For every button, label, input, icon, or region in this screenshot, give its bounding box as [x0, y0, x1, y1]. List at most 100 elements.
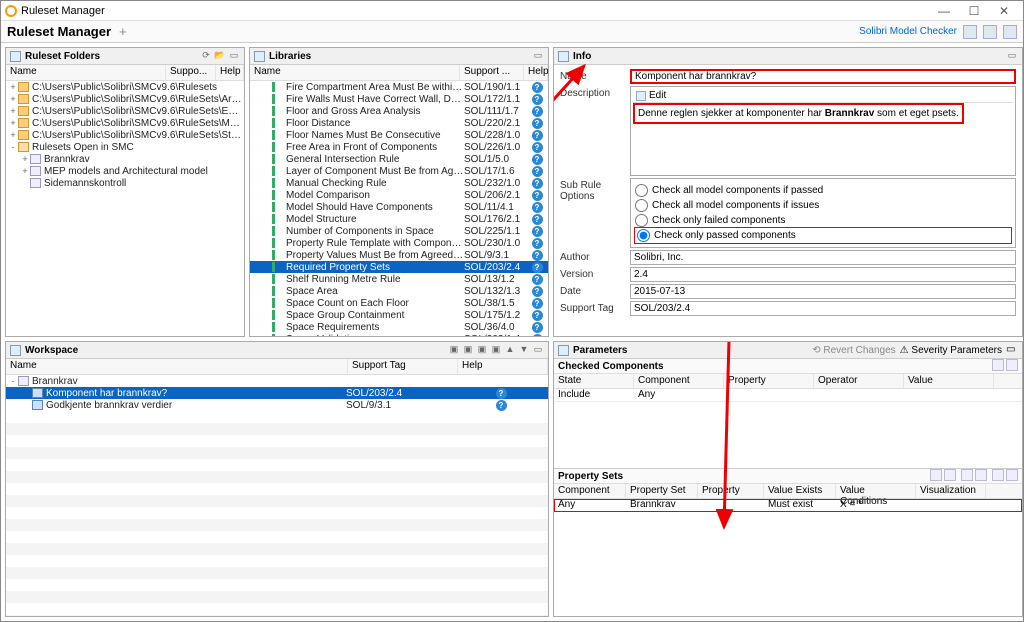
library-rule-item[interactable]: Floor Names Must Be ConsecutiveSOL/228/1…: [250, 129, 548, 141]
libraries-list[interactable]: Fire Compartment Area Must Be within Lim…: [250, 81, 548, 336]
folder-tree-item[interactable]: +C:\Users\Public\Solibri\SMCv9.6\Ruleset…: [6, 81, 244, 93]
folder-tree-item[interactable]: +Brannkrav: [6, 153, 244, 165]
folder-tree-item[interactable]: +C:\Users\Public\Solibri\SMCv9.6\RuleSet…: [6, 105, 244, 117]
library-rule-item[interactable]: Free Area in Front of ComponentsSOL/226/…: [250, 141, 548, 153]
col-name[interactable]: Name: [6, 65, 166, 80]
grid-col-header[interactable]: Component: [634, 374, 724, 388]
expand-icon[interactable]: ▭: [1006, 344, 1018, 356]
grid-col-header[interactable]: Property: [724, 374, 814, 388]
folder-tree-item[interactable]: +MEP models and Architectural model: [6, 165, 244, 177]
library-rule-item[interactable]: Shelf Running Metre RuleSOL/13/1.2?: [250, 273, 548, 285]
folders-tree[interactable]: +C:\Users\Public\Solibri\SMCv9.6\Ruleset…: [6, 81, 244, 336]
workspace-item[interactable]: Komponent har brannkrav?SOL/203/2.4?: [6, 387, 548, 399]
col-help[interactable]: Help: [458, 359, 548, 374]
add-tab-button[interactable]: +: [119, 24, 127, 39]
library-rule-item[interactable]: Property Values Must Be from Agreed List…: [250, 249, 548, 261]
tool-icon[interactable]: [975, 469, 987, 481]
tool-icon[interactable]: ▲: [504, 344, 516, 356]
tool-icon[interactable]: [992, 359, 1004, 371]
grid-col-header[interactable]: Value: [904, 374, 994, 388]
header-tool-icon[interactable]: [983, 25, 997, 39]
tool-icon[interactable]: [930, 469, 942, 481]
info-name-input[interactable]: [630, 69, 1016, 84]
library-rule-item[interactable]: Floor DistanceSOL/220/2.1?: [250, 117, 548, 129]
library-rule-item[interactable]: General Intersection RuleSOL/1/5.0?: [250, 153, 548, 165]
tool-icon[interactable]: [961, 469, 973, 481]
grid-col-header[interactable]: Operator: [814, 374, 904, 388]
library-rule-item[interactable]: Space ValidationSOL/202/1.4?: [250, 333, 548, 336]
grid-col-header[interactable]: State: [554, 374, 634, 388]
info-version-input[interactable]: [630, 267, 1016, 282]
workspace-tree[interactable]: -BrannkravKomponent har brannkrav?SOL/20…: [6, 375, 548, 616]
col-name[interactable]: Name: [250, 65, 460, 80]
library-rule-item[interactable]: Fire Walls Must Have Correct Wall, Door,…: [250, 93, 548, 105]
tool-icon[interactable]: ▣: [448, 344, 460, 356]
severity-params-button[interactable]: ⚠ Severity Parameters: [900, 345, 1002, 356]
tool-icon[interactable]: [1006, 359, 1018, 371]
col-help[interactable]: Help: [524, 65, 548, 80]
edit-description-button[interactable]: Edit: [633, 89, 1013, 103]
minimize-button[interactable]: —: [929, 4, 959, 18]
tool-icon[interactable]: [1006, 469, 1018, 481]
info-date-input[interactable]: [630, 284, 1016, 299]
grid-col-header[interactable]: Visualization: [916, 484, 986, 498]
refresh-icon[interactable]: ⟳: [200, 50, 212, 62]
open-icon[interactable]: 📂: [214, 50, 226, 62]
tool-icon[interactable]: ▣: [462, 344, 474, 356]
library-rule-item[interactable]: Space AreaSOL/132/1.3?: [250, 285, 548, 297]
library-rule-item[interactable]: Space Count on Each FloorSOL/38/1.5?: [250, 297, 548, 309]
library-rule-item[interactable]: Model StructureSOL/176/2.1?: [250, 213, 548, 225]
library-rule-item[interactable]: Model Should Have ComponentsSOL/11/4.1?: [250, 201, 548, 213]
subrule-radio-option[interactable]: Check only passed components: [635, 228, 1011, 243]
tool-icon[interactable]: [944, 469, 956, 481]
grid-col-header[interactable]: Component: [554, 484, 626, 498]
col-help[interactable]: Help: [216, 65, 244, 80]
tool-icon[interactable]: ▼: [518, 344, 530, 356]
library-rule-item[interactable]: Model ComparisonSOL/206/2.1?: [250, 189, 548, 201]
folder-tree-item[interactable]: -Rulesets Open in SMC: [6, 141, 244, 153]
library-rule-item[interactable]: Number of Components in SpaceSOL/225/1.1…: [250, 225, 548, 237]
library-rule-item[interactable]: Manual Checking RuleSOL/232/1.0?: [250, 177, 548, 189]
subrule-radio-option[interactable]: Check only failed components: [635, 213, 1011, 228]
grid-col-header[interactable]: Value Exists: [764, 484, 836, 498]
solibri-link[interactable]: Solibri Model Checker: [859, 26, 957, 37]
grid-col-header[interactable]: Value Conditions: [836, 484, 916, 498]
subrule-radio-option[interactable]: Check all model components if passed: [635, 183, 1011, 198]
folder-tree-item[interactable]: +C:\Users\Public\Solibri\SMCv9.6\RuleSet…: [6, 129, 244, 141]
checked-components-grid[interactable]: IncludeAny: [554, 389, 1022, 402]
expand-icon[interactable]: ▭: [532, 344, 544, 356]
expand-icon[interactable]: ▭: [532, 50, 544, 62]
header-tool-icon[interactable]: [963, 25, 977, 39]
library-rule-item[interactable]: Required Property SetsSOL/203/2.4?: [250, 261, 548, 273]
col-support[interactable]: Suppo...: [166, 65, 216, 80]
close-button[interactable]: ✕: [989, 4, 1019, 18]
subrule-radio-option[interactable]: Check all model components if issues: [635, 198, 1011, 213]
tool-icon[interactable]: ▣: [490, 344, 502, 356]
folder-tree-item[interactable]: Sidemannskontroll: [6, 177, 244, 189]
collapse-icon[interactable]: ▭: [228, 50, 240, 62]
workspace-item[interactable]: -Brannkrav: [6, 375, 548, 387]
folder-tree-item[interactable]: +C:\Users\Public\Solibri\SMCv9.6\RuleSet…: [6, 117, 244, 129]
library-rule-item[interactable]: Layer of Component Must Be from Agreed L…: [250, 165, 548, 177]
grid-col-header[interactable]: Property: [698, 484, 764, 498]
tool-icon[interactable]: [992, 469, 1004, 481]
col-support[interactable]: Support ...: [460, 65, 524, 80]
grid-col-header[interactable]: Property Set: [626, 484, 698, 498]
property-sets-grid[interactable]: AnyBrannkravMust existX = *: [554, 499, 1022, 512]
library-rule-item[interactable]: Space RequirementsSOL/36/4.0?: [250, 321, 548, 333]
library-rule-item[interactable]: Fire Compartment Area Must Be within Lim…: [250, 81, 548, 93]
library-rule-item[interactable]: Space Group ContainmentSOL/175/1.2?: [250, 309, 548, 321]
workspace-item[interactable]: Godkjente brannkrav verdierSOL/9/3.1?: [6, 399, 548, 411]
pset-row[interactable]: AnyBrannkravMust existX = *: [554, 499, 1022, 512]
col-support[interactable]: Support Tag: [348, 359, 458, 374]
library-rule-item[interactable]: Property Rule Template with Component Fi…: [250, 237, 548, 249]
info-author-input[interactable]: [630, 250, 1016, 265]
tool-icon[interactable]: ▣: [476, 344, 488, 356]
col-name[interactable]: Name: [6, 359, 348, 374]
library-rule-item[interactable]: Floor and Gross Area AnalysisSOL/111/1.7…: [250, 105, 548, 117]
expand-icon[interactable]: ▭: [1006, 50, 1018, 62]
revert-changes-button[interactable]: ⟲ Revert Changes: [812, 345, 895, 356]
info-support-input[interactable]: [630, 301, 1016, 316]
maximize-button[interactable]: ☐: [959, 4, 989, 18]
help-icon[interactable]: [1003, 25, 1017, 39]
